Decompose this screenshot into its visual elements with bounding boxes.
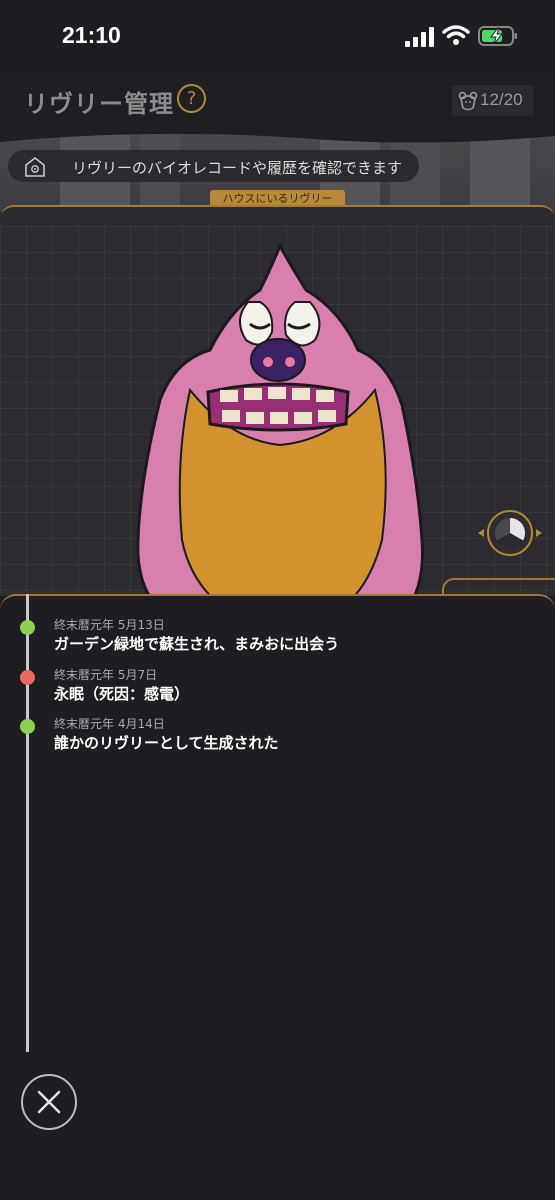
rotate-view-icon[interactable]: [476, 507, 544, 559]
livly-count: 12/20: [480, 90, 523, 109]
info-tip: リヴリーのバイオレコードや履歴を確認できます: [8, 150, 419, 182]
event-text: 誰かのリヴリーとして生成された: [54, 734, 279, 752]
event-text: 永眠（死因：感電）: [54, 685, 190, 703]
close-button[interactable]: [21, 1074, 77, 1130]
status-dot: [20, 620, 35, 635]
signal-icon: [405, 27, 434, 47]
status-bar: 21:10: [0, 0, 555, 70]
livly-count-badge: 12/20: [452, 85, 534, 116]
event-date: 終末暦元年 4月14日: [54, 717, 165, 731]
house-icon: [25, 156, 45, 177]
app-header: リヴリー管理 ? 12/20: [0, 70, 555, 132]
close-icon: [37, 1090, 61, 1114]
timeline-line: [26, 594, 29, 1052]
event-date: 終末暦元年 5月7日: [54, 668, 158, 682]
event-date: 終末暦元年 5月13日: [54, 618, 165, 632]
battery-charging-icon: [478, 26, 517, 46]
status-dot: [20, 719, 35, 734]
status-dot: [20, 670, 35, 685]
status-time: 21:10: [62, 22, 121, 48]
help-icon[interactable]: ?: [177, 84, 206, 113]
livly-character: [136, 242, 424, 596]
bear-icon: [458, 91, 478, 111]
page-title: リヴリー管理: [24, 90, 174, 118]
info-tip-text: リヴリーのバイオレコードや履歴を確認できます: [72, 159, 403, 177]
livly-viewer[interactable]: [0, 226, 555, 596]
wifi-icon: [442, 25, 470, 45]
help-label: ?: [186, 88, 197, 109]
event-text: ガーデン緑地で蘇生され、まみおに出会う: [54, 635, 340, 653]
